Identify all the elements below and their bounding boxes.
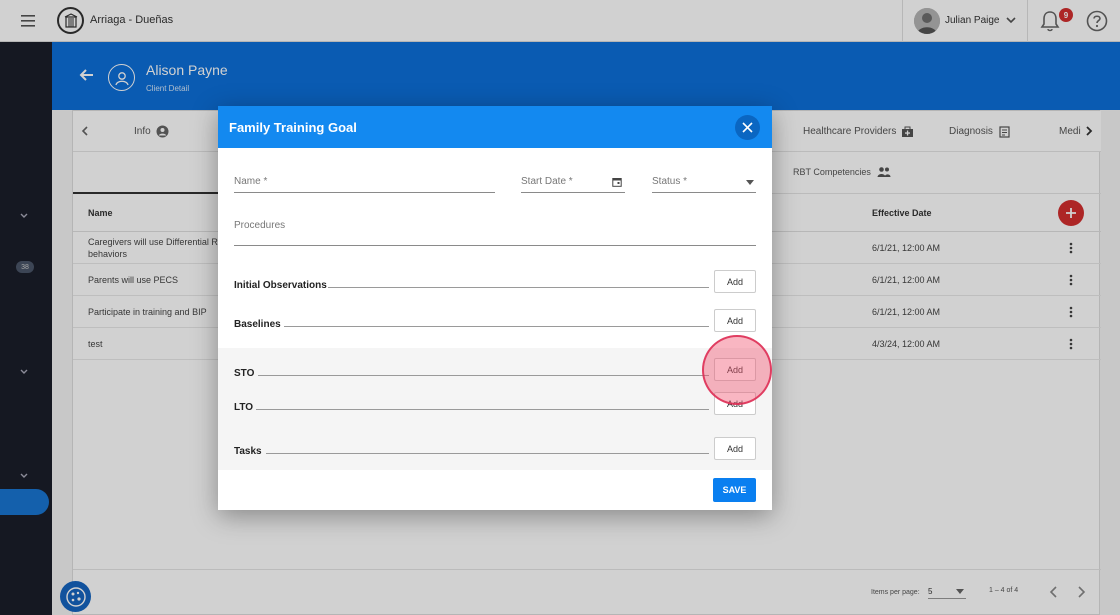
section-divider [266, 453, 709, 454]
baselines-section: Baselines Add [234, 308, 756, 332]
close-button[interactable] [735, 115, 760, 140]
add-label: Add [726, 276, 743, 287]
sto-section: STO Add [234, 358, 756, 382]
save-label: SAVE [722, 485, 747, 495]
initial-observations-label: Initial Observations [234, 280, 327, 291]
start-date-label: Start Date * [521, 176, 573, 187]
save-button[interactable]: SAVE [713, 478, 756, 502]
add-label: Add [726, 315, 743, 326]
click-indicator [702, 335, 772, 405]
status-select[interactable]: Status * [652, 173, 756, 193]
section-divider [284, 326, 709, 327]
tasks-section: Tasks Add [234, 436, 756, 460]
add-label: Add [726, 443, 743, 454]
lto-label: LTO [234, 402, 254, 413]
add-initial-observations-button[interactable]: Add [714, 270, 756, 293]
add-baselines-button[interactable]: Add [714, 309, 756, 332]
name-field-label: Name * [234, 176, 268, 187]
section-divider [328, 287, 709, 288]
initial-observations-section: Initial Observations Add [234, 270, 756, 294]
start-date-field[interactable]: Start Date * [521, 173, 625, 193]
add-tasks-button[interactable]: Add [714, 437, 756, 460]
name-field[interactable]: Name * [234, 173, 495, 193]
baselines-label: Baselines [234, 319, 281, 330]
dialog-header: Family Training Goal [218, 106, 772, 148]
family-training-goal-dialog: Family Training Goal Name * Start Date *… [218, 106, 772, 510]
section-divider [256, 409, 709, 410]
procedures-label: Procedures [234, 220, 286, 231]
dropdown-arrow-icon [746, 180, 754, 185]
procedures-field[interactable]: Procedures [234, 217, 756, 246]
status-label: Status * [652, 176, 688, 187]
section-divider [258, 375, 709, 376]
sto-label: STO [234, 368, 255, 379]
lto-section: LTO Add [234, 392, 756, 416]
calendar-icon[interactable] [612, 177, 622, 187]
close-icon [742, 122, 753, 133]
dialog-title: Family Training Goal [229, 120, 357, 135]
tasks-label: Tasks [234, 446, 262, 457]
